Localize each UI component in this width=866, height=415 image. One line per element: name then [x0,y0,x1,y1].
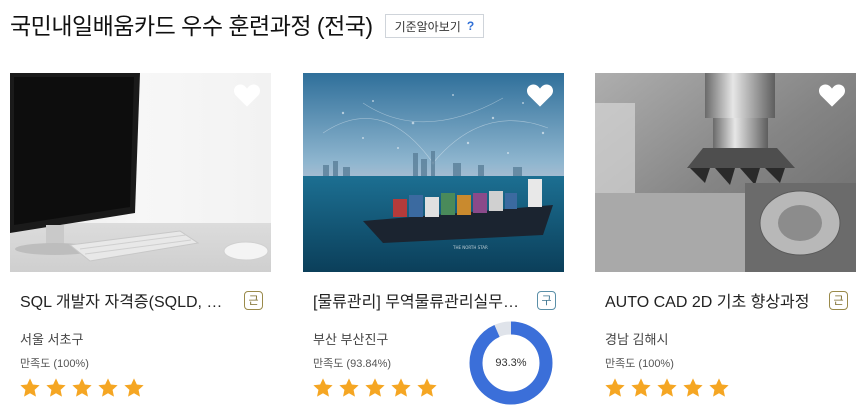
heart-icon[interactable] [818,82,846,108]
course-title-row[interactable]: [물류관리] 무역물류관리실무… 구 [313,285,556,315]
star-rating [604,377,730,399]
course-title[interactable]: SQL 개발자 자격증(SQLD, … [20,288,238,312]
star-icon [46,378,66,397]
star-icon [313,378,333,397]
star-icon [605,378,625,397]
course-title[interactable]: AUTO CAD 2D 기초 향상과정 [605,288,823,312]
course-thumbnail[interactable] [10,73,271,272]
header: 국민내일배움카드 우수 훈련과정 (전국) 기준알아보기 ? [10,6,485,42]
course-thumbnail[interactable]: THE NORTH STAR [303,73,564,272]
criteria-button-label: 기준알아보기 [394,19,461,34]
course-satisfaction: 만족도 (93.84%) [313,358,392,370]
course-satisfaction: 만족도 (100%) [20,358,89,370]
course-location: 부산 부산진구 [313,332,389,347]
course-title-row[interactable]: AUTO CAD 2D 기초 향상과정 근 [605,285,848,315]
star-icon [657,378,677,397]
donut-label: 93.3% [495,357,527,369]
star-icon [72,378,92,397]
star-icon [365,378,385,397]
star-rating [19,377,145,399]
course-type-badge: 구 [537,290,556,310]
cnc-machine-photo [595,73,856,272]
course-title[interactable]: [물류관리] 무역물류관리실무… [313,288,531,312]
course-thumbnail[interactable] [595,73,856,272]
course-type-badge: 근 [244,290,263,310]
criteria-button[interactable]: 기준알아보기 ? [384,14,485,38]
star-icon [124,378,144,397]
course-title-row[interactable]: SQL 개발자 자격증(SQLD, … 근 [20,285,263,315]
star-icon [417,378,437,397]
star-icon [98,378,118,397]
course-card[interactable]: AUTO CAD 2D 기초 향상과정 근 경남 김해시 만족도 (100%) [595,73,856,397]
course-type-badge: 근 [829,290,848,310]
page-title: 국민내일배움카드 우수 훈련과정 (전국) [10,13,373,39]
course-location: 서울 서초구 [20,332,84,347]
star-icon [683,378,703,397]
course-location: 경남 김해시 [605,332,669,347]
course-card[interactable]: THE NORTH STAR [물류관리] 무역물류관리실무… 구 부산 부산진… [303,73,564,397]
desktop-computer-photo [10,73,271,272]
star-icon [709,378,729,397]
svg-text:THE NORTH STAR: THE NORTH STAR [452,245,488,250]
help-icon: ? [466,19,475,33]
course-satisfaction: 만족도 (100%) [605,358,674,370]
container-ship-photo: THE NORTH STAR [303,73,564,272]
heart-icon[interactable] [233,82,261,108]
star-icon [391,378,411,397]
star-icon [631,378,651,397]
star-icon [20,378,40,397]
course-card[interactable]: SQL 개발자 자격증(SQLD, … 근 서울 서초구 만족도 (100%) [10,73,271,397]
star-icon [339,378,359,397]
star-rating [312,377,438,399]
heart-icon[interactable] [526,82,554,108]
